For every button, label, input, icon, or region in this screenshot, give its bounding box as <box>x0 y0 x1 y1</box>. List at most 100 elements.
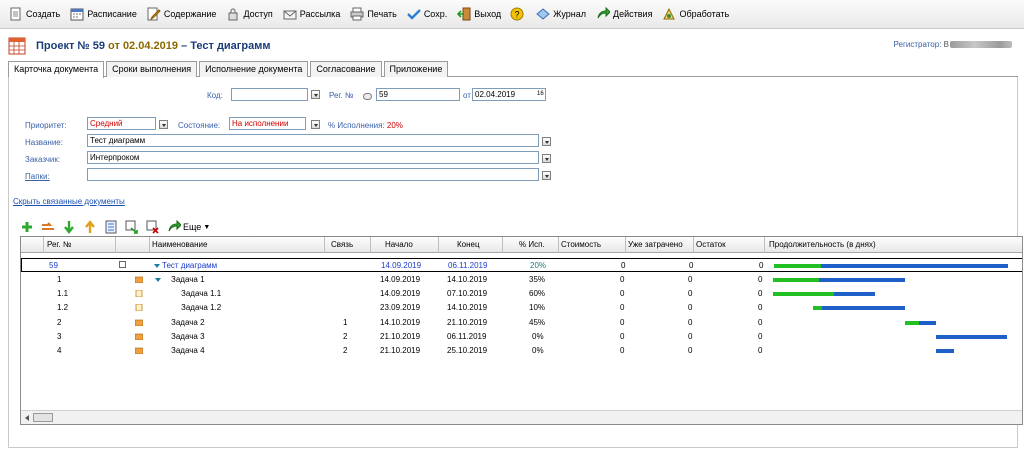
reg-toggle[interactable] <box>363 93 372 100</box>
reg-number-field[interactable]: 59 <box>376 88 460 101</box>
delete-icon[interactable] <box>146 220 160 234</box>
col-rest[interactable]: Остаток <box>696 240 726 249</box>
col-spent[interactable]: Уже затрачено <box>628 240 683 249</box>
more-arrow-icon <box>168 220 181 232</box>
calendar-button[interactable]: 16 <box>537 91 544 97</box>
lock-icon <box>228 8 238 21</box>
cell-start: 14.10.2019 <box>380 318 421 327</box>
create-button[interactable]: Создать <box>4 3 65 25</box>
cell-spent: 0 <box>688 332 693 341</box>
name-dropdown-button[interactable] <box>542 137 551 146</box>
journal-button[interactable]: Журнал <box>531 3 591 25</box>
table-row[interactable]: 1.2 Задача 1.2 23.09.2019 14.10.2019 10%… <box>21 301 1022 315</box>
main-toolbar: Создать Расписание Содержание Доступ Рас… <box>0 0 1024 29</box>
exit-button[interactable]: Выход <box>452 3 506 25</box>
more-button[interactable]: Еще ▼ <box>167 220 210 234</box>
table-row[interactable]: 4 Задача 4 2 21.10.2019 25.10.2019 0% 0 … <box>21 344 1022 358</box>
gantt-bar-remaining <box>936 335 1007 339</box>
cell-start: 14.09.2019 <box>381 261 422 270</box>
collapse-arrow-icon[interactable] <box>154 264 160 268</box>
content-button[interactable]: Содержание <box>142 3 222 25</box>
schedule-button[interactable]: Расписание <box>65 3 142 25</box>
cell-cost: 0 <box>620 332 625 341</box>
scroll-left-icon[interactable] <box>25 415 29 421</box>
col-duration[interactable]: Продолжительность (в днях) <box>769 240 876 249</box>
cell-reg: 1.2 <box>57 303 69 312</box>
name-field[interactable]: Тест диаграмм <box>87 134 539 147</box>
cell-reg: 2 <box>57 318 62 327</box>
state-field[interactable]: На исполнении <box>229 117 306 130</box>
table-row[interactable]: 1 Задача 1 14.09.2019 14.10.2019 35% 0 0… <box>21 273 1022 287</box>
priority-dropdown-button[interactable] <box>159 120 168 129</box>
move-down-icon[interactable] <box>62 220 76 234</box>
folders-dropdown-button[interactable] <box>542 171 551 180</box>
row-checkbox[interactable] <box>119 261 126 268</box>
tab-execution[interactable]: Исполнение документа <box>199 61 309 77</box>
gantt-bar-remaining <box>819 278 906 282</box>
code-label: Код: <box>207 91 223 100</box>
cell-start: 14.09.2019 <box>380 275 421 284</box>
col-end[interactable]: Конец <box>457 240 480 249</box>
journal-icon <box>536 8 550 20</box>
folders-link[interactable]: Папки: <box>25 172 50 181</box>
col-reg[interactable]: Рег. № <box>47 240 71 249</box>
table-row[interactable]: 59 Тест диаграмм 14.09.2019 06.11.2019 2… <box>21 258 1022 272</box>
table-row[interactable]: 3 Задача 3 2 21.10.2019 06.11.2019 0% 0 … <box>21 330 1022 344</box>
document-list-icon[interactable] <box>104 220 118 234</box>
indent-icon[interactable] <box>41 220 55 234</box>
tab-attachment[interactable]: Приложение <box>383 61 449 77</box>
code-field[interactable] <box>231 88 308 101</box>
col-cost[interactable]: Стоимость <box>561 240 601 249</box>
cell-start: 21.10.2019 <box>380 332 421 341</box>
registrar-redacted <box>950 41 1012 49</box>
registrar: Регистратор: В <box>894 40 1012 49</box>
hide-related-link[interactable]: Скрыть связанные документы <box>13 197 125 206</box>
reg-date-field[interactable]: 02.04.2019 <box>472 88 546 101</box>
col-start[interactable]: Начало <box>385 240 413 249</box>
cell-name: Задача 3 <box>171 332 205 341</box>
print-button[interactable]: Печать <box>345 3 401 25</box>
printer-icon <box>350 7 364 21</box>
process-button[interactable]: Обработать <box>657 3 734 25</box>
help-button[interactable]: ? <box>506 3 531 25</box>
horizontal-scrollbar[interactable] <box>21 410 1022 424</box>
tab-document-card[interactable]: Карточка документа <box>8 61 105 78</box>
folders-field[interactable] <box>87 168 539 181</box>
from-label: от <box>463 91 471 100</box>
cell-end: 06.11.2019 <box>448 261 488 270</box>
table-row[interactable]: 1.1 Задача 1.1 14.09.2019 07.10.2019 60%… <box>21 287 1022 301</box>
code-dropdown-button[interactable] <box>311 90 320 99</box>
priority-field[interactable]: Средний <box>87 117 156 130</box>
cell-rest: 0 <box>758 289 763 298</box>
gantt-bar-done <box>905 321 920 325</box>
tab-deadlines[interactable]: Сроки выполнения <box>106 61 198 77</box>
access-button[interactable]: Доступ <box>221 3 277 25</box>
save-button[interactable]: Сохр. <box>402 3 452 25</box>
state-dropdown-button[interactable] <box>311 120 320 129</box>
gantt-bar-remaining <box>820 264 1008 268</box>
export-icon[interactable] <box>125 220 139 234</box>
process-icon <box>663 7 676 20</box>
customer-dropdown-button[interactable] <box>542 154 551 163</box>
mailing-button[interactable]: Рассылка <box>278 3 346 25</box>
edit-document-icon <box>147 7 161 21</box>
cell-pct: 0% <box>532 346 544 355</box>
collapse-arrow-icon[interactable] <box>155 278 161 282</box>
folder-icon <box>135 276 143 283</box>
table-row[interactable]: 2 Задача 2 1 14.10.2019 21.10.2019 45% 0… <box>21 316 1022 330</box>
title-number: 59 <box>92 40 105 52</box>
cell-spent: 0 <box>688 318 693 327</box>
col-link[interactable]: Связь <box>331 240 353 249</box>
move-up-icon[interactable] <box>83 220 97 234</box>
scroll-thumb[interactable] <box>33 413 53 422</box>
add-icon[interactable] <box>20 220 34 234</box>
name-label: Название: <box>25 138 63 147</box>
actions-button[interactable]: Действия <box>591 3 657 25</box>
document-header: Проект № 59 от 02.04.2019 – Тест диаграм… <box>8 33 1018 59</box>
task-icon <box>135 304 143 311</box>
tab-approval[interactable]: Согласование <box>310 61 382 77</box>
col-pct[interactable]: % Исп. <box>519 240 545 249</box>
customer-field[interactable]: Интерпроком <box>87 151 539 164</box>
cell-pct: 35% <box>529 275 546 284</box>
col-name[interactable]: Наименование <box>152 240 207 249</box>
